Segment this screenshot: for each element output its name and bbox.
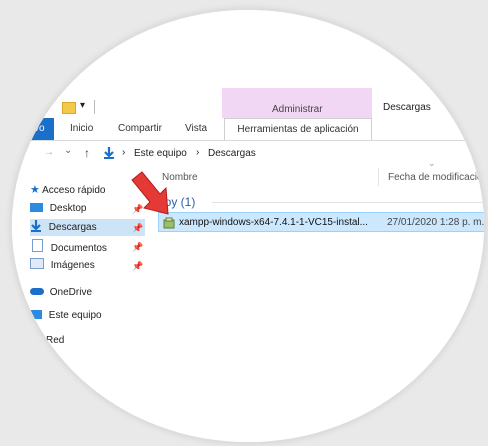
cloud-icon [30, 288, 44, 295]
nav-item-desktop-label: Desktop [49, 203, 87, 214]
star-icon: ★ [30, 184, 40, 196]
downloads-location-icon [102, 146, 116, 165]
qa-dropdown-caret[interactable]: ▾ [80, 100, 85, 111]
crumb-separator: › [122, 147, 126, 158]
tab-compartir[interactable]: Compartir [118, 118, 162, 140]
table-row[interactable]: xampp-windows-x64-7.4.1-1-VC15-instal...… [158, 212, 484, 232]
annotation-arrow-icon [128, 170, 172, 223]
tab-vista[interactable]: Vista [185, 118, 207, 140]
explorer-window: ▾ Administrar Descargas vo Inicio Compar… [12, 10, 484, 442]
nav-network[interactable]: Red [46, 333, 64, 349]
pin-icon[interactable]: 📌 [132, 242, 143, 253]
nav-network-label: Red [46, 335, 65, 346]
nav-quick-access-label: Acceso rápido [42, 185, 106, 196]
pin-icon[interactable]: 📌 [132, 223, 143, 234]
address-bar: → ⌄ ↑ › Este equipo › Descargas [40, 145, 484, 163]
column-divider [378, 168, 379, 186]
recent-locations-icon[interactable]: ⌄ [64, 145, 72, 156]
nav-item-desktop[interactable]: Desktop [30, 201, 86, 217]
computer-icon [30, 310, 42, 319]
ribbon-separator [12, 140, 484, 141]
nav-item-imagenes[interactable]: Imágenes [30, 258, 95, 274]
file-name: xampp-windows-x64-7.4.1-1-VC15-instal... [179, 217, 368, 228]
pin-icon[interactable]: 📌 [132, 261, 143, 272]
downloads-icon [30, 220, 42, 238]
desktop-icon [30, 203, 43, 212]
folder-icon [62, 102, 76, 114]
nav-item-descargas-label: Descargas [48, 222, 97, 233]
crumb-este-equipo[interactable]: Este equipo [134, 148, 187, 159]
column-header-date[interactable]: Fecha de modificació [388, 172, 483, 183]
tab-herramientas-aplicacion[interactable]: Herramientas de aplicación [224, 118, 372, 140]
crumb-separator-2: › [196, 147, 200, 158]
up-icon[interactable]: ↑ [84, 146, 90, 160]
nav-item-documentos-label: Documentos [50, 243, 107, 254]
nav-onedrive[interactable]: OneDrive [30, 285, 92, 301]
file-date: 27/01/2020 1:28 p. m. [387, 217, 484, 228]
nav-quick-access[interactable]: ★ Acceso rápido [30, 182, 105, 198]
nav-item-imagenes-label: Imágenes [50, 260, 95, 271]
nav-item-documentos[interactable]: Documentos [30, 239, 107, 255]
nav-this-pc-label: Este equipo [48, 310, 102, 321]
images-icon [30, 258, 44, 269]
group-divider [212, 202, 484, 203]
context-group-label: Administrar [272, 104, 323, 115]
back-forward-icon[interactable]: → [44, 147, 54, 158]
crumb-descargas[interactable]: Descargas [208, 148, 256, 159]
contextual-tab-group: Administrar [222, 88, 372, 118]
documents-icon [32, 239, 43, 252]
nav-item-descargas[interactable]: Descargas [30, 220, 97, 236]
qa-divider [94, 100, 95, 114]
nav-this-pc[interactable]: Este equipo [30, 308, 102, 324]
nav-onedrive-label: OneDrive [49, 287, 93, 298]
window-title: Descargas [383, 102, 431, 113]
magnifier-circle: ▾ Administrar Descargas vo Inicio Compar… [12, 10, 484, 442]
sort-indicator-icon: ⌄ [428, 158, 436, 168]
tab-file[interactable]: vo [28, 118, 54, 140]
tab-inicio[interactable]: Inicio [70, 118, 93, 140]
